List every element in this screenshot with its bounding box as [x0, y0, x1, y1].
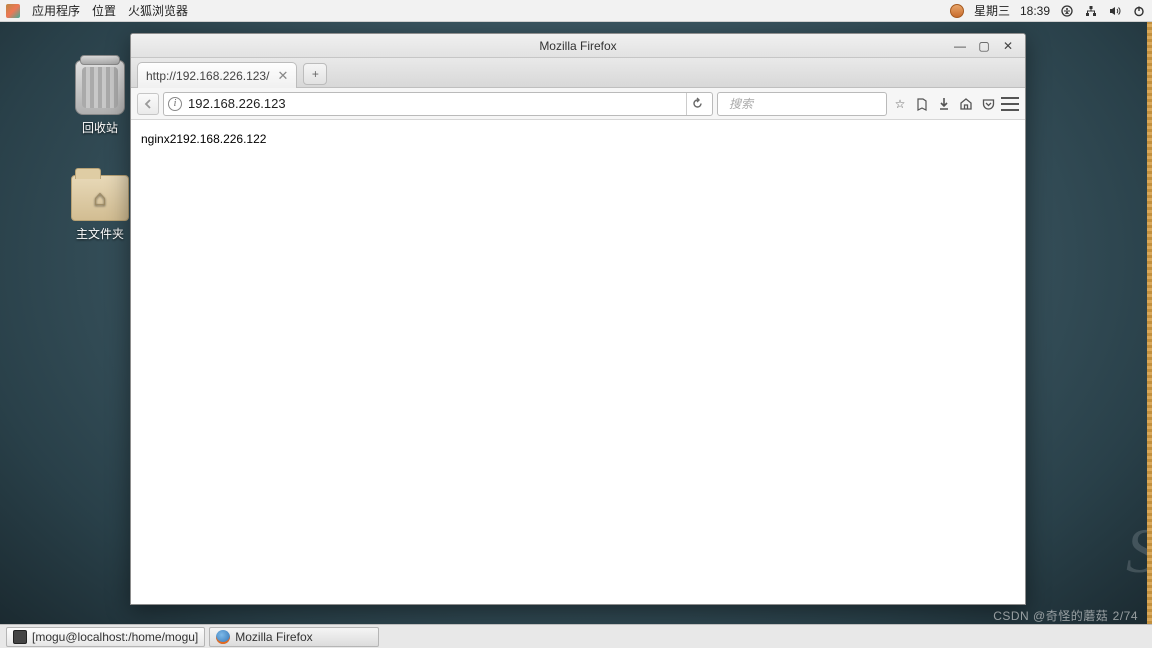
right-edge-bar: [1147, 18, 1152, 630]
terminal-icon: [13, 630, 27, 644]
tab-close-icon[interactable]: ✕: [277, 68, 288, 84]
site-info-icon[interactable]: i: [168, 97, 182, 111]
search-input[interactable]: [729, 97, 886, 111]
task-terminal-label: [mogu@localhost:/home/mogu]: [32, 630, 198, 644]
page-body-text: nginx2192.168.226.122: [141, 132, 266, 146]
home-icon[interactable]: [957, 95, 975, 113]
library-icon[interactable]: [913, 95, 931, 113]
folder-icon: ⌂: [71, 175, 129, 221]
power-icon[interactable]: [1132, 4, 1146, 18]
input-method-icon[interactable]: [950, 4, 964, 18]
firefox-window: Mozilla Firefox — ▢ ✕ http://192.168.226…: [130, 33, 1026, 605]
tab-title: http://192.168.226.123/: [146, 69, 269, 83]
download-icon[interactable]: [935, 95, 953, 113]
volume-icon[interactable]: [1108, 4, 1122, 18]
browser-tab[interactable]: http://192.168.226.123/ ✕: [137, 62, 297, 88]
menu-button[interactable]: [1001, 95, 1019, 113]
bookmark-star-icon[interactable]: ☆: [891, 95, 909, 113]
distro-logo-icon: [6, 4, 20, 18]
reload-button[interactable]: [686, 93, 708, 115]
task-terminal[interactable]: [mogu@localhost:/home/mogu]: [6, 627, 205, 647]
network-icon[interactable]: [1084, 4, 1098, 18]
page-content: nginx2192.168.226.122: [131, 120, 1025, 604]
bottom-panel: [mogu@localhost:/home/mogu] Mozilla Fire…: [0, 624, 1152, 648]
titlebar[interactable]: Mozilla Firefox — ▢ ✕: [131, 34, 1025, 58]
url-bar[interactable]: i: [163, 92, 713, 116]
home-label: 主文件夹: [60, 225, 140, 242]
menu-places[interactable]: 位置: [92, 2, 116, 19]
new-tab-button[interactable]: +: [303, 63, 327, 85]
tabbar: http://192.168.226.123/ ✕ +: [131, 58, 1025, 88]
trash-icon: [75, 60, 125, 115]
task-firefox-label: Mozilla Firefox: [235, 630, 312, 644]
maximize-button[interactable]: ▢: [977, 39, 991, 53]
toolbar: i ☆: [131, 88, 1025, 120]
accessibility-icon[interactable]: [1060, 4, 1074, 18]
pocket-icon[interactable]: [979, 95, 997, 113]
clock-day: 星期三: [974, 2, 1010, 19]
close-button[interactable]: ✕: [1001, 39, 1015, 53]
task-firefox[interactable]: Mozilla Firefox: [209, 627, 379, 647]
minimize-button[interactable]: —: [953, 39, 967, 53]
clock-time: 18:39: [1020, 4, 1050, 18]
top-panel: 应用程序 位置 火狐浏览器 星期三 18:39: [0, 0, 1152, 22]
url-input[interactable]: [188, 96, 680, 111]
search-bar[interactable]: [717, 92, 887, 116]
menu-applications[interactable]: 应用程序: [32, 2, 80, 19]
desktop-icon-home[interactable]: ⌂ 主文件夹: [60, 175, 140, 242]
trash-label: 回收站: [60, 119, 140, 136]
window-title: Mozilla Firefox: [131, 39, 1025, 53]
desktop: 应用程序 位置 火狐浏览器 星期三 18:39 回收站 ⌂ 主文件夹 S Moz…: [0, 0, 1152, 648]
menu-firefox[interactable]: 火狐浏览器: [128, 2, 188, 19]
firefox-icon: [216, 630, 230, 644]
desktop-icon-trash[interactable]: 回收站: [60, 60, 140, 136]
watermark: CSDN @奇怪的蘑菇 2/74: [993, 607, 1138, 624]
back-button[interactable]: [137, 93, 159, 115]
